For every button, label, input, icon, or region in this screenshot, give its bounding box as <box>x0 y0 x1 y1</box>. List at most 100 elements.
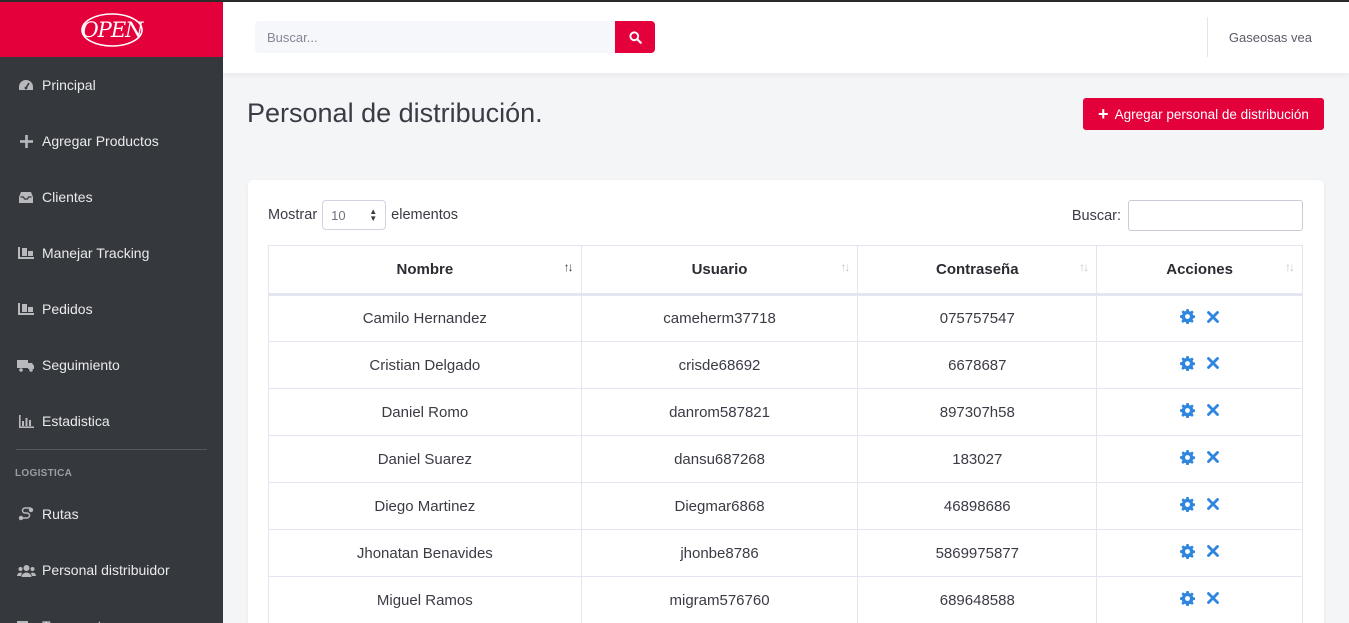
gear-icon <box>1180 590 1196 606</box>
sidebar-item-label: Transportes <box>42 618 116 623</box>
column-header-label: Contraseña <box>936 261 1019 278</box>
gear-icon <box>1180 543 1196 559</box>
delete-button[interactable] <box>1207 357 1219 369</box>
delete-button[interactable] <box>1207 498 1219 510</box>
edit-button[interactable] <box>1180 309 1196 324</box>
page-length-value: 10 <box>331 207 346 223</box>
delete-button[interactable] <box>1207 404 1219 416</box>
cell-contrasena: 183027 <box>857 435 1098 483</box>
staff-table: Nombre ↑↓ Usuario ↑↓ Contraseña ↑↓ Acciones… <box>268 245 1303 623</box>
column-header-acciones[interactable]: Acciones ↑↓ <box>1096 245 1303 296</box>
sidebar-item-rutas[interactable]: Rutas <box>0 486 223 542</box>
delete-button[interactable] <box>1207 592 1219 604</box>
cell-usuario: Diegmar6868 <box>580 482 859 530</box>
search-icon <box>628 30 642 44</box>
table-row: Camilo Hernandez cameherm37718 075757547 <box>268 294 1303 342</box>
dashboard-icon <box>16 78 36 92</box>
dolly-icon <box>16 246 36 260</box>
edit-button[interactable] <box>1180 402 1196 418</box>
cell-acciones <box>1096 435 1303 483</box>
sidebar-item-pedidos[interactable]: Pedidos <box>0 281 223 337</box>
sidebar-item-seguimiento[interactable]: Seguimiento <box>0 337 223 393</box>
open-logo: OPEN <box>80 12 145 47</box>
cell-usuario: migram576760 <box>580 576 859 623</box>
close-icon <box>1207 592 1219 604</box>
sidebar-item-label: Agregar Productos <box>42 133 159 149</box>
search-input[interactable] <box>255 21 615 53</box>
column-header-label: Acciones <box>1166 261 1233 278</box>
cell-acciones <box>1096 294 1303 342</box>
sidebar-item-transportes[interactable]: Transportes <box>0 598 223 623</box>
brand-logo[interactable]: OPEN <box>0 2 223 57</box>
sidebar-heading-logistica: LOGISTICA <box>15 468 73 479</box>
sidebar-item-agregar-productos[interactable]: Agregar Productos <box>0 113 223 169</box>
close-icon <box>1207 451 1219 463</box>
sort-icon: ↑↓ <box>840 260 850 274</box>
add-button-label: Agregar personal de distribución <box>1114 106 1309 122</box>
cell-acciones <box>1096 388 1303 436</box>
cell-nombre: Camilo Hernandez <box>268 294 582 342</box>
plus-icon: + <box>1098 104 1109 124</box>
sidebar-item-label: Pedidos <box>42 301 93 317</box>
plus-icon <box>16 134 36 148</box>
edit-button[interactable] <box>1180 590 1196 606</box>
gear-icon <box>1180 496 1196 512</box>
search-button[interactable] <box>615 21 655 53</box>
column-header-label: Usuario <box>691 261 748 278</box>
sidebar-item-label: Principal <box>42 77 96 93</box>
svg-text:OPEN: OPEN <box>81 18 144 42</box>
table-search-input[interactable] <box>1128 200 1303 231</box>
gear-icon <box>1180 449 1196 465</box>
cell-contrasena: 46898686 <box>857 482 1098 530</box>
truck-icon <box>16 620 36 623</box>
edit-button[interactable] <box>1180 543 1196 559</box>
column-header-usuario[interactable]: Usuario ↑↓ <box>580 245 859 296</box>
sidebar-item-label: Manejar Tracking <box>42 245 150 261</box>
users-icon <box>16 564 36 577</box>
delete-button[interactable] <box>1207 310 1219 323</box>
edit-button[interactable] <box>1180 449 1196 465</box>
sort-icon: ↑↓ <box>1079 260 1089 274</box>
close-icon <box>1207 404 1219 416</box>
table-row: Miguel Ramos migram576760 689648588 <box>268 576 1303 623</box>
sidebar-item-manejar-tracking[interactable]: Manejar Tracking <box>0 225 223 281</box>
sidebar-item-label: Rutas <box>42 506 79 522</box>
cell-usuario: crisde68692 <box>580 341 859 389</box>
table-row: Diego Martinez Diegmar6868 46898686 <box>268 482 1303 530</box>
column-header-nombre[interactable]: Nombre ↑↓ <box>268 245 582 296</box>
column-header-contrasena[interactable]: Contraseña ↑↓ <box>857 245 1098 296</box>
route-icon <box>16 507 36 521</box>
sidebar-item-personal-distribuidor[interactable]: Personal distribuidor <box>0 542 223 598</box>
cell-usuario: cameherm37718 <box>580 294 859 342</box>
dolly-icon <box>16 302 36 316</box>
cell-nombre: Diego Martinez <box>268 482 582 530</box>
cell-contrasena: 6678687 <box>857 341 1098 389</box>
chart-icon <box>16 414 36 428</box>
close-icon <box>1207 357 1219 369</box>
sidebar-item-label: Estadistica <box>42 413 110 429</box>
cell-nombre: Daniel Suarez <box>268 435 582 483</box>
edit-button[interactable] <box>1180 496 1196 512</box>
delete-button[interactable] <box>1207 451 1219 463</box>
cell-contrasena: 5869975877 <box>857 529 1098 577</box>
topbar-divider <box>1207 17 1208 57</box>
edit-button[interactable] <box>1180 355 1196 371</box>
user-name[interactable]: Gaseosas vea <box>1229 30 1312 45</box>
column-header-label: Nombre <box>396 261 454 278</box>
sidebar-item-principal[interactable]: Principal <box>0 57 223 113</box>
page-length-select[interactable]: 10 ▲ ▼ <box>322 200 387 230</box>
page-length-control: Mostrar 10 ▲ ▼ elementos <box>268 200 458 230</box>
delete-button[interactable] <box>1207 545 1219 557</box>
sort-icon: ↑↓ <box>563 260 574 274</box>
topbar: Gaseosas vea <box>223 2 1349 73</box>
cell-nombre: Daniel Romo <box>268 388 582 436</box>
cell-acciones <box>1096 529 1303 577</box>
table-row: Daniel Romo danrom587821 897307h58 <box>268 388 1303 436</box>
close-icon <box>1207 310 1219 323</box>
sidebar-item-estadistica[interactable]: Estadistica <box>0 393 223 449</box>
sidebar-item-label: Clientes <box>42 189 93 205</box>
table-row: Cristian Delgado crisde68692 6678687 <box>268 341 1303 389</box>
add-distribution-staff-button[interactable]: + Agregar personal de distribución <box>1083 98 1324 130</box>
topbar-search <box>255 21 655 53</box>
sidebar-item-clientes[interactable]: Clientes <box>0 169 223 225</box>
